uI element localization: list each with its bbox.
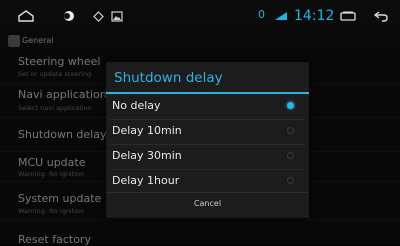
battery-icon	[340, 9, 356, 23]
option-label: Delay 30min	[112, 149, 182, 162]
image-icon	[111, 9, 123, 23]
option-delay-1hour[interactable]: Delay 1hour	[106, 169, 309, 194]
cancel-label: Cancel	[193, 199, 222, 208]
signal-icon	[274, 9, 288, 23]
cancel-button[interactable]: Cancel	[106, 192, 309, 217]
back-icon[interactable]	[373, 9, 389, 23]
option-label: No delay	[112, 99, 161, 112]
circle-icon[interactable]	[63, 9, 75, 23]
option-label: Delay 1hour	[112, 174, 180, 187]
diamond-icon	[93, 9, 104, 23]
status-indicator: 0	[258, 8, 265, 21]
option-label: Delay 10min	[112, 124, 182, 137]
dialog-title: Shutdown delay	[114, 70, 223, 86]
status-clock: 14:12	[294, 8, 335, 24]
radio-unselected-icon[interactable]	[287, 177, 294, 184]
status-bar: 0 14:12	[0, 0, 400, 31]
radio-selected-icon[interactable]	[287, 102, 294, 109]
option-no-delay[interactable]: No delay	[106, 94, 309, 119]
radio-unselected-icon[interactable]	[287, 127, 294, 134]
radio-unselected-icon[interactable]	[287, 152, 294, 159]
option-delay-10min[interactable]: Delay 10min	[106, 119, 309, 144]
option-delay-30min[interactable]: Delay 30min	[106, 144, 309, 169]
home-icon[interactable]	[18, 9, 34, 23]
shutdown-delay-dialog: Shutdown delay No delay Delay 10min Dela…	[106, 62, 309, 218]
